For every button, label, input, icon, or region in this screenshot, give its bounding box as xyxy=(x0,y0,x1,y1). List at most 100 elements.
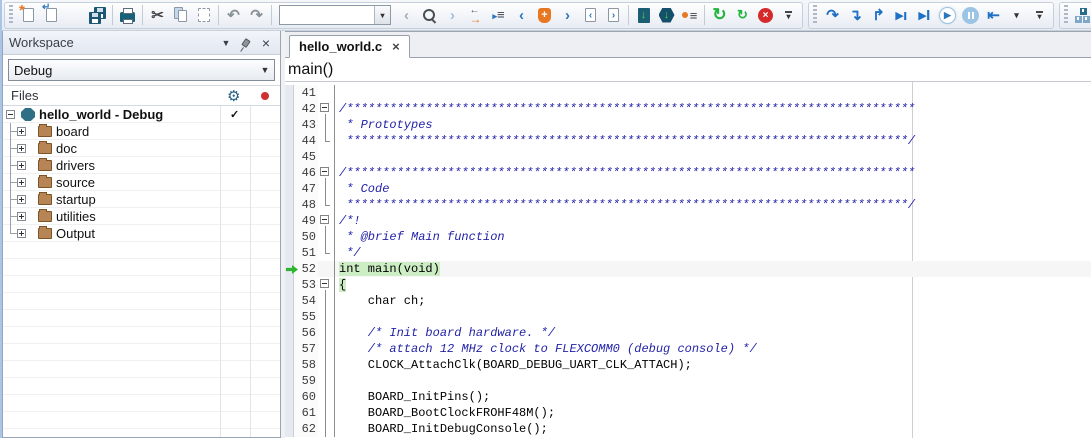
breakpoint-gutter[interactable] xyxy=(285,421,294,437)
navigate-swap-icon[interactable]: ←→ xyxy=(464,4,487,27)
extra-toolbar-drag-handle[interactable] xyxy=(1064,5,1068,25)
breakpoint-gutter[interactable] xyxy=(285,325,294,341)
tree-row-board[interactable]: board xyxy=(3,123,280,140)
tree-row-project[interactable]: hello_world - Debug✓ xyxy=(3,106,280,123)
breakpoint-gutter[interactable] xyxy=(285,405,294,421)
breakpoint-gutter[interactable] xyxy=(285,373,294,389)
breakpoint-gutter[interactable] xyxy=(285,341,294,357)
debug-options-dropdown[interactable]: ▾ xyxy=(1005,4,1028,27)
breakpoint-gutter[interactable] xyxy=(285,277,294,293)
panel-menu-caret-icon[interactable]: ▼ xyxy=(218,35,234,51)
line-number[interactable]: 49 xyxy=(294,213,318,229)
next-statement-icon[interactable]: ▸ı xyxy=(890,4,913,27)
nav-back-icon[interactable]: ‹ xyxy=(395,4,418,27)
code-text[interactable]: * @brief Main function xyxy=(334,229,1091,245)
break-icon[interactable] xyxy=(959,4,982,27)
fold-collapse-icon[interactable] xyxy=(320,279,329,288)
line-number[interactable]: 53 xyxy=(294,277,318,293)
step-into-icon[interactable]: ↴ xyxy=(844,4,867,27)
download-and-debug-icon[interactable]: ↓ xyxy=(655,4,678,27)
expand-box-icon[interactable] xyxy=(17,178,26,187)
breakpoint-gutter[interactable] xyxy=(285,197,294,213)
line-number[interactable]: 55 xyxy=(294,309,318,325)
debug-toolbar-drag-handle[interactable] xyxy=(813,5,817,25)
line-number[interactable]: 47 xyxy=(294,181,318,197)
breakpoint-gutter[interactable] xyxy=(285,229,294,245)
tab-hello-world-c[interactable]: hello_world.c × xyxy=(289,35,410,58)
toolbar-drag-handle[interactable] xyxy=(9,5,13,25)
find-combobox[interactable]: ▾ xyxy=(275,4,395,27)
code-text[interactable]: ****************************************… xyxy=(334,133,1091,149)
tab-close-icon[interactable]: × xyxy=(392,39,400,54)
breakpoint-gutter[interactable] xyxy=(285,293,294,309)
toolbar-overflow-button[interactable]: ▾ xyxy=(1028,4,1051,27)
download-icon[interactable]: ↓ xyxy=(632,4,655,27)
code-text[interactable] xyxy=(334,309,1091,325)
code-text[interactable]: /* Init board hardware. */ xyxy=(334,325,1091,341)
breakpoint-gutter[interactable] xyxy=(285,389,294,405)
expand-box-icon[interactable] xyxy=(17,195,26,204)
code-text[interactable] xyxy=(334,85,1091,101)
breakpoint-gutter[interactable] xyxy=(285,101,294,117)
stack-blocks-icon[interactable] xyxy=(1072,4,1091,27)
code-text[interactable]: /*! xyxy=(334,213,1091,229)
breakpoint-gutter[interactable] xyxy=(285,245,294,261)
nav-forward-icon[interactable]: › xyxy=(441,4,464,27)
pin-icon[interactable] xyxy=(238,35,254,51)
breakpoint-gutter[interactable] xyxy=(285,149,294,165)
code-text[interactable]: CLOCK_AttachClk(BOARD_DEBUG_UART_CLK_ATT… xyxy=(334,357,1091,373)
line-number[interactable]: 62 xyxy=(294,421,318,437)
go-icon[interactable]: ▶ xyxy=(936,4,959,27)
line-number[interactable]: 58 xyxy=(294,357,318,373)
breakpoint-gutter[interactable] xyxy=(285,181,294,197)
code-editor[interactable]: 4142/***********************************… xyxy=(285,82,1091,438)
code-text[interactable]: { xyxy=(334,277,1091,293)
prev-document-icon[interactable]: ‹ xyxy=(579,4,602,27)
line-number[interactable]: 42 xyxy=(294,101,318,117)
line-number[interactable]: 54 xyxy=(294,293,318,309)
line-number[interactable]: 43 xyxy=(294,117,318,133)
fold-collapse-icon[interactable] xyxy=(320,103,329,112)
line-number[interactable]: 41 xyxy=(294,85,318,101)
print-icon[interactable] xyxy=(116,4,139,27)
tree-row-startup[interactable]: startup xyxy=(3,191,280,208)
breakpoint-column-dot-icon[interactable] xyxy=(261,92,269,100)
search-icon[interactable] xyxy=(418,4,441,27)
reset-icon[interactable]: ↻ xyxy=(708,4,731,27)
panel-close-icon[interactable]: × xyxy=(258,35,274,51)
code-text[interactable] xyxy=(334,149,1091,165)
breakpoint-gutter[interactable] xyxy=(285,133,294,149)
configuration-dropdown[interactable]: Debug ▼ xyxy=(8,59,275,81)
copy-icon[interactable] xyxy=(169,4,192,27)
code-text[interactable]: BOARD_BootClockFROHF48M(); xyxy=(334,405,1091,421)
code-text[interactable]: /* attach 12 MHz clock to FLEXCOMM0 (deb… xyxy=(334,341,1091,357)
restart-icon[interactable]: ↻ xyxy=(731,4,754,27)
line-number[interactable]: 59 xyxy=(294,373,318,389)
step-out-icon[interactable]: ↱ xyxy=(867,4,890,27)
code-text[interactable]: char ch; xyxy=(334,293,1091,309)
line-number[interactable]: 57 xyxy=(294,341,318,357)
code-text[interactable]: * Code xyxy=(334,181,1091,197)
line-number[interactable]: 60 xyxy=(294,389,318,405)
code-text[interactable] xyxy=(334,373,1091,389)
expand-box-icon[interactable] xyxy=(17,161,26,170)
line-number[interactable]: 48 xyxy=(294,197,318,213)
line-number[interactable]: 61 xyxy=(294,405,318,421)
code-text[interactable]: * Prototypes xyxy=(334,117,1091,133)
tree-row-utilities[interactable]: utilities xyxy=(3,208,280,225)
next-bookmark-icon[interactable]: › xyxy=(556,4,579,27)
expand-box-icon[interactable] xyxy=(17,229,26,238)
breakpoint-gutter[interactable] xyxy=(285,309,294,325)
cut-icon[interactable]: ✂ xyxy=(146,4,169,27)
next-document-icon[interactable]: › xyxy=(602,4,625,27)
tree-row-output[interactable]: Output xyxy=(3,225,280,242)
breakpoint-gutter[interactable] xyxy=(285,117,294,133)
breakpoint-gutter[interactable] xyxy=(285,213,294,229)
line-number[interactable]: 51 xyxy=(294,245,318,261)
fold-collapse-icon[interactable] xyxy=(320,167,329,176)
code-text[interactable]: */ xyxy=(334,245,1091,261)
code-text[interactable]: BOARD_InitPins(); xyxy=(334,389,1091,405)
run-to-cursor-icon[interactable]: ▸I xyxy=(913,4,936,27)
save-all-icon[interactable] xyxy=(86,4,109,27)
new-document-icon[interactable] xyxy=(17,4,40,27)
